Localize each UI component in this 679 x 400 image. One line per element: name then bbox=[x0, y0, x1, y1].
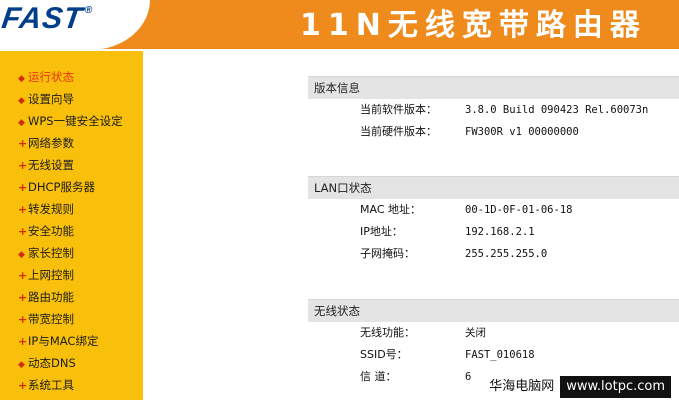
row-label: 信 道： bbox=[360, 370, 397, 383]
logo-area: FAST® bbox=[0, 0, 150, 50]
row-label: 子网掩码： bbox=[360, 247, 415, 260]
sidebar-menu: ◆ 运行状态 ◆ 设置向导 ◆ WPS一键安全设定 +网络参数 +无线设置 +DHCP… bbox=[18, 66, 123, 396]
row-label: 当前软件版本： bbox=[360, 103, 437, 116]
row-value: 255.255.255.0 bbox=[465, 248, 548, 260]
bullet-icon: ◆ bbox=[18, 74, 25, 84]
sidebar-item-label: WPS一键安全设定 bbox=[28, 114, 123, 128]
sidebar-item-running-status[interactable]: ◆ 运行状态 bbox=[18, 66, 123, 88]
sidebar-item-label: 家长控制 bbox=[28, 246, 74, 260]
sidebar-item-label: 安全功能 bbox=[28, 224, 74, 238]
page-header: FAST® 11N无线宽带路由器 bbox=[0, 0, 679, 50]
plus-icon: + bbox=[18, 313, 28, 326]
sidebar-item-setup-wizard[interactable]: ◆ 设置向导 bbox=[18, 88, 123, 110]
sidebar-item-access-control[interactable]: +上网控制 bbox=[18, 264, 123, 286]
sidebar-item-label: 无线设置 bbox=[28, 158, 74, 172]
section-heading: LAN口状态 bbox=[308, 176, 679, 199]
subnet-mask-row: 子网掩码： 255.255.255.0 bbox=[308, 243, 679, 265]
sidebar-item-bandwidth-control[interactable]: +带宽控制 bbox=[18, 308, 123, 330]
sidebar-item-label: 设置向导 bbox=[28, 92, 74, 106]
bullet-icon: ◆ bbox=[18, 360, 25, 370]
wireless-status-section: 无线状态 无线功能： 关闭 SSID号： FAST_010618 信 道： 6 bbox=[308, 299, 679, 388]
sidebar-item-routing[interactable]: +路由功能 bbox=[18, 286, 123, 308]
sidebar-item-label: 带宽控制 bbox=[28, 312, 74, 326]
section-heading: 无线状态 bbox=[308, 299, 679, 322]
sidebar-item-wps[interactable]: ◆ WPS一键安全设定 bbox=[18, 110, 123, 132]
sidebar-item-label: 运行状态 bbox=[28, 70, 74, 84]
sidebar-item-wireless-settings[interactable]: +无线设置 bbox=[18, 154, 123, 176]
sidebar-item-dhcp-server[interactable]: +DHCP服务器 bbox=[18, 176, 123, 198]
sidebar-item-label: IP与MAC绑定 bbox=[28, 334, 99, 348]
plus-icon: + bbox=[18, 335, 28, 348]
sidebar-item-label: 转发规则 bbox=[28, 202, 74, 216]
bullet-icon: ◆ bbox=[18, 96, 25, 106]
software-version-row: 当前软件版本： 3.8.0 Build 090423 Rel.60073n bbox=[308, 99, 679, 121]
registered-mark: ® bbox=[84, 5, 95, 16]
plus-icon: + bbox=[18, 203, 28, 216]
section-heading: 版本信息 bbox=[308, 76, 679, 99]
mac-address-row: MAC 地址： 00-1D-0F-01-06-18 bbox=[308, 199, 679, 221]
hardware-version-row: 当前硬件版本： FW300R v1 00000000 bbox=[308, 121, 679, 143]
sidebar-item-ip-mac-binding[interactable]: +IP与MAC绑定 bbox=[18, 330, 123, 352]
sidebar-item-label: 动态DNS bbox=[28, 356, 76, 370]
header-divider bbox=[0, 49, 679, 50]
sidebar-item-security[interactable]: +安全功能 bbox=[18, 220, 123, 242]
sidebar-item-parental-control[interactable]: ◆ 家长控制 bbox=[18, 242, 123, 264]
sidebar-item-dynamic-dns[interactable]: ◆ 动态DNS bbox=[18, 352, 123, 374]
watermark-domain: www.lotpc.com bbox=[560, 376, 671, 398]
row-value: 3.8.0 Build 090423 Rel.60073n bbox=[465, 104, 649, 116]
lan-status-section: LAN口状态 MAC 地址： 00-1D-0F-01-06-18 IP地址： 1… bbox=[308, 176, 679, 265]
row-label: SSID号： bbox=[360, 348, 408, 361]
logo-text: FAST bbox=[0, 2, 86, 35]
row-value: 关闭 bbox=[465, 327, 486, 339]
row-label: 当前硬件版本： bbox=[360, 125, 437, 138]
plus-icon: + bbox=[18, 379, 28, 392]
version-info-section: 版本信息 当前软件版本： 3.8.0 Build 090423 Rel.6007… bbox=[308, 76, 679, 143]
sidebar-item-forwarding-rules[interactable]: +转发规则 bbox=[18, 198, 123, 220]
sidebar-item-network-params[interactable]: +网络参数 bbox=[18, 132, 123, 154]
brand-logo: FAST® bbox=[0, 2, 94, 36]
sidebar-item-label: 网络参数 bbox=[28, 136, 74, 150]
plus-icon: + bbox=[18, 137, 28, 150]
sidebar-item-label: 系统工具 bbox=[28, 378, 74, 392]
site-watermark: 华海电脑网 www.lotpc.com bbox=[485, 376, 679, 398]
sidebar-item-label: 上网控制 bbox=[28, 268, 74, 282]
row-label: MAC 地址： bbox=[360, 203, 421, 216]
sidebar-nav: ◆ 运行状态 ◆ 设置向导 ◆ WPS一键安全设定 +网络参数 +无线设置 +DHCP… bbox=[0, 51, 143, 400]
plus-icon: + bbox=[18, 291, 28, 304]
wireless-function-row: 无线功能： 关闭 bbox=[308, 322, 679, 344]
row-value: 192.168.2.1 bbox=[465, 226, 535, 238]
sidebar-item-label: 路由功能 bbox=[28, 290, 74, 304]
plus-icon: + bbox=[18, 225, 28, 238]
plus-icon: + bbox=[18, 181, 28, 194]
row-value: 00-1D-0F-01-06-18 bbox=[465, 204, 573, 216]
main-content: 版本信息 当前软件版本： 3.8.0 Build 090423 Rel.6007… bbox=[143, 51, 679, 400]
watermark-site-name: 华海电脑网 bbox=[489, 379, 555, 394]
sidebar-item-system-tools[interactable]: +系统工具 bbox=[18, 374, 123, 396]
row-label: IP地址： bbox=[360, 225, 403, 238]
plus-icon: + bbox=[18, 159, 28, 172]
ssid-row: SSID号： FAST_010618 bbox=[308, 344, 679, 366]
row-value: FW300R v1 00000000 bbox=[465, 126, 579, 138]
row-value: FAST_010618 bbox=[465, 349, 535, 361]
ip-address-row: IP地址： 192.168.2.1 bbox=[308, 221, 679, 243]
sidebar-item-label: DHCP服务器 bbox=[28, 180, 95, 194]
row-label: 无线功能： bbox=[360, 326, 415, 339]
bullet-icon: ◆ bbox=[18, 118, 25, 128]
product-title: 11N无线宽带路由器 bbox=[300, 8, 647, 43]
bullet-icon: ◆ bbox=[18, 250, 25, 260]
plus-icon: + bbox=[18, 269, 28, 282]
row-value: 6 bbox=[465, 371, 472, 383]
